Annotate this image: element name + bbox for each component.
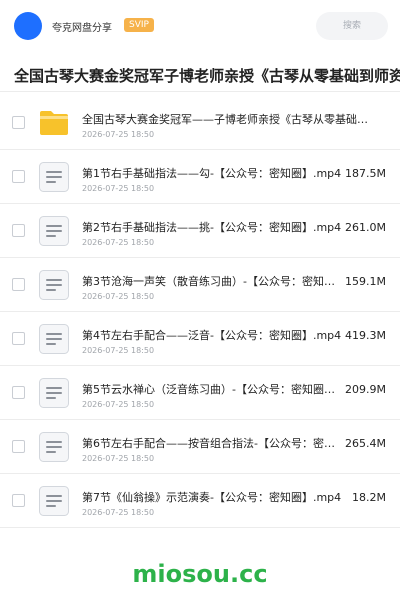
file-date: 2026-07-25 18:50 bbox=[82, 184, 155, 193]
file-date: 2026-07-25 18:50 bbox=[82, 454, 155, 463]
file-date: 2026-07-25 18:50 bbox=[82, 346, 155, 355]
file-size: 261.0M bbox=[345, 221, 386, 234]
checkbox[interactable] bbox=[12, 224, 25, 237]
file-name[interactable]: 第2节右手基础指法——挑-【公众号：密知圈】.mp4 bbox=[82, 219, 344, 235]
file-date: 2026-07-25 18:50 bbox=[82, 238, 155, 247]
document-icon bbox=[37, 214, 71, 248]
file-list: 全国古琴大赛金奖冠军——子博老师亲授《古琴从零基础… 2026-07-25 18:… bbox=[0, 96, 400, 528]
file-size: 187.5M bbox=[345, 167, 386, 180]
file-name[interactable]: 第6节左右手配合——按音组合指法-【公众号：密知圈】.mp4 bbox=[82, 435, 344, 451]
file-date: 2026-07-25 18:50 bbox=[82, 508, 155, 517]
file-date: 2026-07-25 18:50 bbox=[82, 130, 155, 139]
checkbox[interactable] bbox=[12, 332, 25, 345]
avatar[interactable] bbox=[14, 12, 42, 40]
document-icon bbox=[37, 160, 71, 194]
watermark: miosou.cc bbox=[132, 560, 268, 588]
checkbox[interactable] bbox=[12, 116, 25, 129]
file-size: 265.4M bbox=[345, 437, 386, 450]
file-name[interactable]: 第3节沧海一声笑（散音练习曲）-【公众号：密知圈】.mp4 bbox=[82, 273, 344, 289]
document-icon bbox=[37, 376, 71, 410]
header: 夸克网盘分享 SVIP 搜索 bbox=[0, 0, 400, 52]
checkbox[interactable] bbox=[12, 170, 25, 183]
folder-icon bbox=[37, 106, 71, 140]
username: 夸克网盘分享 bbox=[52, 23, 112, 34]
list-item[interactable]: 第3节沧海一声笑（散音练习曲）-【公众号：密知圈】.mp4 2026-07-25 … bbox=[0, 258, 400, 312]
list-item[interactable]: 第4节左右手配合——泛音-【公众号：密知圈】.mp4 2026-07-25 18:… bbox=[0, 312, 400, 366]
folder-title-bar: 全国古琴大赛金奖冠军子博老师亲授《古琴从零基础到师资 bbox=[0, 56, 400, 92]
file-name[interactable]: 第7节《仙翁操》示范演奏-【公众号：密知圈】.mp4 bbox=[82, 489, 344, 505]
file-size: 419.3M bbox=[345, 329, 386, 342]
file-size: 18.2M bbox=[352, 491, 386, 504]
file-name[interactable]: 第1节右手基础指法——勾-【公众号：密知圈】.mp4 bbox=[82, 165, 344, 181]
list-item[interactable]: 第2节右手基础指法——挑-【公众号：密知圈】.mp4 2026-07-25 18:… bbox=[0, 204, 400, 258]
file-name[interactable]: 全国古琴大赛金奖冠军——子博老师亲授《古琴从零基础… bbox=[82, 111, 382, 127]
checkbox[interactable] bbox=[12, 386, 25, 399]
file-size: 159.1M bbox=[345, 275, 386, 288]
checkbox[interactable] bbox=[12, 494, 25, 507]
file-name[interactable]: 第5节云水禅心（泛音练习曲）-【公众号：密知圈】.mp4 bbox=[82, 381, 344, 397]
file-size: 209.9M bbox=[345, 383, 386, 396]
list-item[interactable]: 第7节《仙翁操》示范演奏-【公众号：密知圈】.mp4 2026-07-25 18:… bbox=[0, 474, 400, 528]
document-icon bbox=[37, 484, 71, 518]
document-icon bbox=[37, 322, 71, 356]
svip-badge: SVIP bbox=[124, 18, 154, 32]
search-input[interactable]: 搜索 bbox=[316, 12, 388, 40]
list-item[interactable]: 第6节左右手配合——按音组合指法-【公众号：密知圈】.mp4 2026-07-25… bbox=[0, 420, 400, 474]
document-icon bbox=[37, 430, 71, 464]
checkbox[interactable] bbox=[12, 440, 25, 453]
document-icon bbox=[37, 268, 71, 302]
checkbox[interactable] bbox=[12, 278, 25, 291]
list-item[interactable]: 第5节云水禅心（泛音练习曲）-【公众号：密知圈】.mp4 2026-07-25 1… bbox=[0, 366, 400, 420]
list-item[interactable]: 第1节右手基础指法——勾-【公众号：密知圈】.mp4 2026-07-25 18:… bbox=[0, 150, 400, 204]
page-title: 全国古琴大赛金奖冠军子博老师亲授《古琴从零基础到师资 bbox=[14, 67, 400, 85]
file-date: 2026-07-25 18:50 bbox=[82, 400, 155, 409]
list-item[interactable]: 全国古琴大赛金奖冠军——子博老师亲授《古琴从零基础… 2026-07-25 18:… bbox=[0, 96, 400, 150]
file-date: 2026-07-25 18:50 bbox=[82, 292, 155, 301]
file-name[interactable]: 第4节左右手配合——泛音-【公众号：密知圈】.mp4 bbox=[82, 327, 344, 343]
